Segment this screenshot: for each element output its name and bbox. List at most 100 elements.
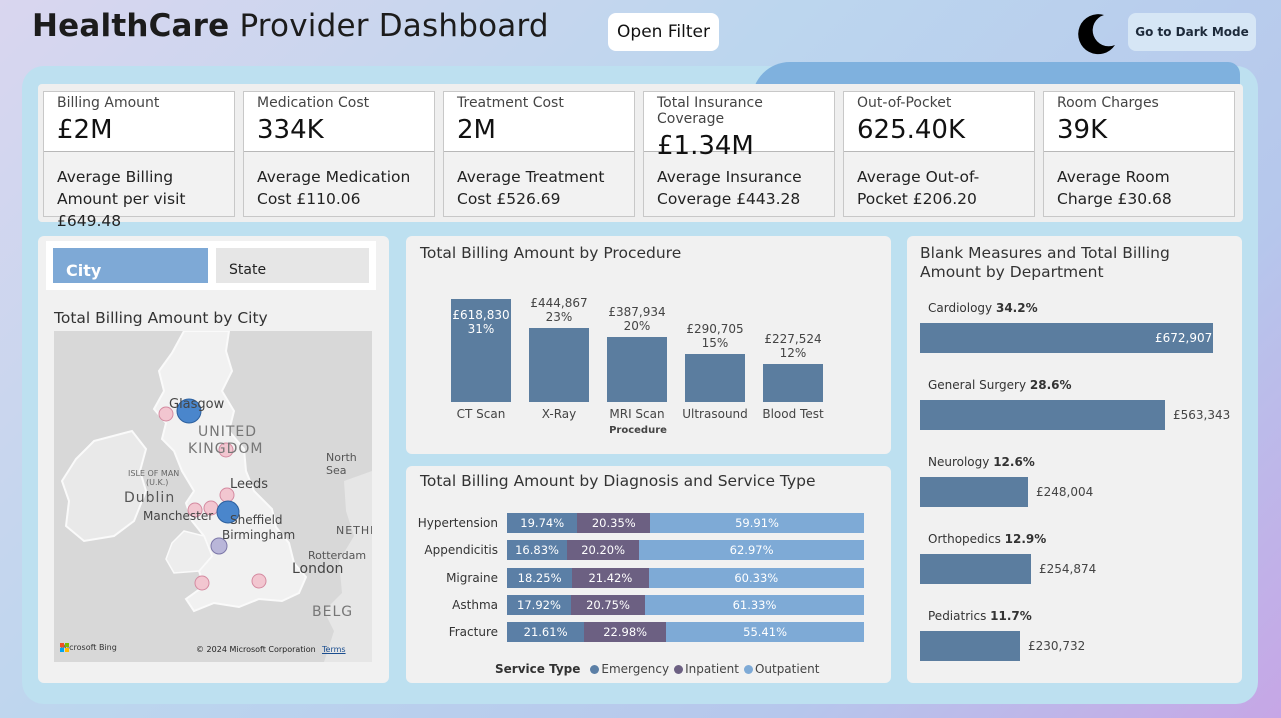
kpi-value: 2M xyxy=(457,115,496,145)
procedure-bar[interactable] xyxy=(763,364,823,402)
procedure-category-label: MRI Scan xyxy=(609,407,665,421)
diagnosis-segment-emergency[interactable]: 18.25% xyxy=(507,567,573,588)
dark-mode-button[interactable]: Go to Dark Mode xyxy=(1128,13,1256,51)
department-bar-value: £248,004 xyxy=(1036,485,1094,499)
diagnosis-segment-outpatient[interactable]: 61.33% xyxy=(645,594,864,615)
diagnosis-category-label: Asthma xyxy=(452,597,498,612)
kpi-card[interactable]: Total Insurance Coverage £1.34M Average In… xyxy=(643,91,835,217)
map-label-dublin: Dublin xyxy=(124,490,176,506)
legend-item[interactable]: Inpatient xyxy=(674,662,739,676)
diagnosis-legend: Service Type Emergency Inpatient Outpatien… xyxy=(495,662,819,676)
department-percent: 12.6% xyxy=(993,455,1035,469)
diagnosis-segment-inpatient[interactable]: 20.35% xyxy=(577,513,651,533)
map-label-birmingham: Birmingham xyxy=(222,528,296,542)
diagnosis-segment-outpatient[interactable]: 60.33% xyxy=(648,567,864,588)
procedure-category-label: Blood Test xyxy=(762,407,824,421)
procedure-chart-title: Total Billing Amount by Procedure xyxy=(420,244,682,262)
microsoft-logo-icon xyxy=(60,643,69,652)
department-percent: 12.9% xyxy=(1004,532,1047,546)
legend-label: Inpatient xyxy=(685,662,739,676)
billing-city-map[interactable]: Glasgow UNITED KINGDOM North Sea ISLE OF… xyxy=(54,331,372,662)
procedure-bar-value: £618,830 31% xyxy=(452,308,510,336)
department-bar[interactable] xyxy=(920,631,1020,661)
department-bar-value: £563,343 xyxy=(1173,408,1231,422)
procedure-bar[interactable] xyxy=(529,328,589,402)
map-copyright: © 2024 Microsoft Corporation xyxy=(196,645,316,654)
kpi-card[interactable]: Treatment Cost 2M Average Treatment Cost £… xyxy=(443,91,635,217)
map-label-isle-of-man: (U.K.) xyxy=(146,478,169,487)
map-label-sheffield: Sheffield xyxy=(230,513,283,527)
kpi-label: Room Charges xyxy=(1057,95,1159,111)
map-label-uk: UNITED xyxy=(198,424,258,440)
kpi-value: £2M xyxy=(57,115,113,145)
kpi-card[interactable]: Room Charges 39K Average Room Charge £30.6… xyxy=(1043,91,1235,217)
diagnosis-segment-emergency[interactable]: 21.61% xyxy=(507,622,585,643)
kpi-label: Medication Cost xyxy=(257,95,370,111)
page-title: HealthCare Provider Dashboard xyxy=(32,8,549,44)
diagnosis-segment-inpatient[interactable]: 22.98% xyxy=(584,622,667,643)
kpi-card[interactable]: Out-of-Pocket 625.40K Average Out-of-Pocke… xyxy=(843,91,1035,217)
legend-dot-icon xyxy=(590,664,600,674)
diagnosis-segment-outpatient[interactable]: 55.41% xyxy=(666,622,864,643)
department-bar[interactable] xyxy=(920,477,1028,507)
legend-dot-icon xyxy=(674,664,684,674)
kpi-subtext: Average Room Charge £30.68 xyxy=(1057,168,1172,208)
department-percent: 34.2% xyxy=(995,301,1038,315)
diagnosis-segment-inpatient[interactable]: 20.20% xyxy=(567,540,640,561)
legend-dot-icon xyxy=(743,664,753,674)
procedure-category-label: X-Ray xyxy=(541,407,577,421)
procedure-category-label: CT Scan xyxy=(456,407,506,421)
department-label: Pediatrics 11.7% xyxy=(928,609,1032,623)
diagnosis-stacked-row: 21.61% 22.98% 55.41% xyxy=(507,622,864,643)
moon-icon[interactable] xyxy=(1074,11,1118,55)
procedure-category-label: Ultrasound xyxy=(682,407,748,421)
diagnosis-segment-emergency[interactable]: 17.92% xyxy=(507,594,571,615)
map-label-manchester: Manchester xyxy=(143,509,214,523)
diagnosis-category-label: Appendicitis xyxy=(424,543,498,558)
department-bar-value: £672,907 xyxy=(1155,331,1213,345)
segment-city-button[interactable]: City xyxy=(53,248,208,283)
department-bar[interactable] xyxy=(920,400,1165,430)
kpi-header: Medication Cost 334K xyxy=(244,92,434,152)
map-label-north-sea: North Sea xyxy=(326,451,357,477)
diagnosis-segment-emergency[interactable]: 19.74% xyxy=(507,513,578,533)
legend-item[interactable]: Emergency xyxy=(590,662,669,676)
map-label-isle-of-man: ISLE OF MAN xyxy=(128,469,180,478)
department-label: General Surgery 28.6% xyxy=(928,378,1072,392)
diagnosis-stacked-row: 18.25% 21.42% 60.33% xyxy=(507,567,864,588)
legend-title: Service Type xyxy=(495,662,581,676)
diagnosis-chart-title: Total Billing Amount by Diagnosis and Se… xyxy=(420,472,816,490)
map-terms-link[interactable]: Terms xyxy=(322,645,346,654)
map-label-london: London xyxy=(292,561,344,577)
department-bar-value: £254,874 xyxy=(1039,562,1097,576)
procedure-bar-value: £290,705 15% xyxy=(686,322,744,350)
department-chart-title: Blank Measures and Total Billing Amount … xyxy=(920,244,1170,281)
diagnosis-segment-emergency[interactable]: 16.83% xyxy=(507,540,568,561)
kpi-header: Treatment Cost 2M xyxy=(444,92,634,152)
segment-state-button[interactable]: State xyxy=(216,248,369,283)
diagnosis-category-label: Migraine xyxy=(446,570,498,585)
diagnosis-segment-outpatient[interactable]: 62.97% xyxy=(639,540,864,561)
kpi-subtext: Average Billing Amount per visit £649.48 xyxy=(57,168,186,230)
map-label-belgium: BELG xyxy=(312,604,354,620)
diagnosis-stacked-row: 19.74% 20.35% 59.91% xyxy=(507,513,864,533)
legend-label: Outpatient xyxy=(754,662,820,676)
legend-item[interactable]: Outpatient xyxy=(743,662,820,676)
map-label-netherlands: NETHE xyxy=(336,524,372,537)
diagnosis-segment-inpatient[interactable]: 20.75% xyxy=(570,594,646,615)
diagnosis-category-label: Fracture xyxy=(448,625,498,640)
department-bar[interactable] xyxy=(920,554,1031,584)
kpi-card[interactable]: Billing Amount £2M Average Billing Amount … xyxy=(43,91,235,230)
city-bubble[interactable] xyxy=(194,575,210,591)
diagnosis-segment-outpatient[interactable]: 59.91% xyxy=(650,513,864,533)
procedure-bar[interactable] xyxy=(607,337,667,402)
procedure-bar[interactable] xyxy=(685,354,745,402)
procedure-bar-value: £227,524 12% xyxy=(764,332,822,360)
department-percent: 11.7% xyxy=(990,609,1032,623)
diagnosis-segment-inpatient[interactable]: 21.42% xyxy=(572,567,649,588)
city-bubble[interactable] xyxy=(251,573,267,589)
open-filter-button[interactable]: Open Filter xyxy=(608,13,719,51)
kpi-card[interactable]: Medication Cost 334K Average Medication Co… xyxy=(243,91,435,217)
kpi-label: Out-of-Pocket xyxy=(857,95,952,111)
legend-label: Emergency xyxy=(601,662,670,676)
